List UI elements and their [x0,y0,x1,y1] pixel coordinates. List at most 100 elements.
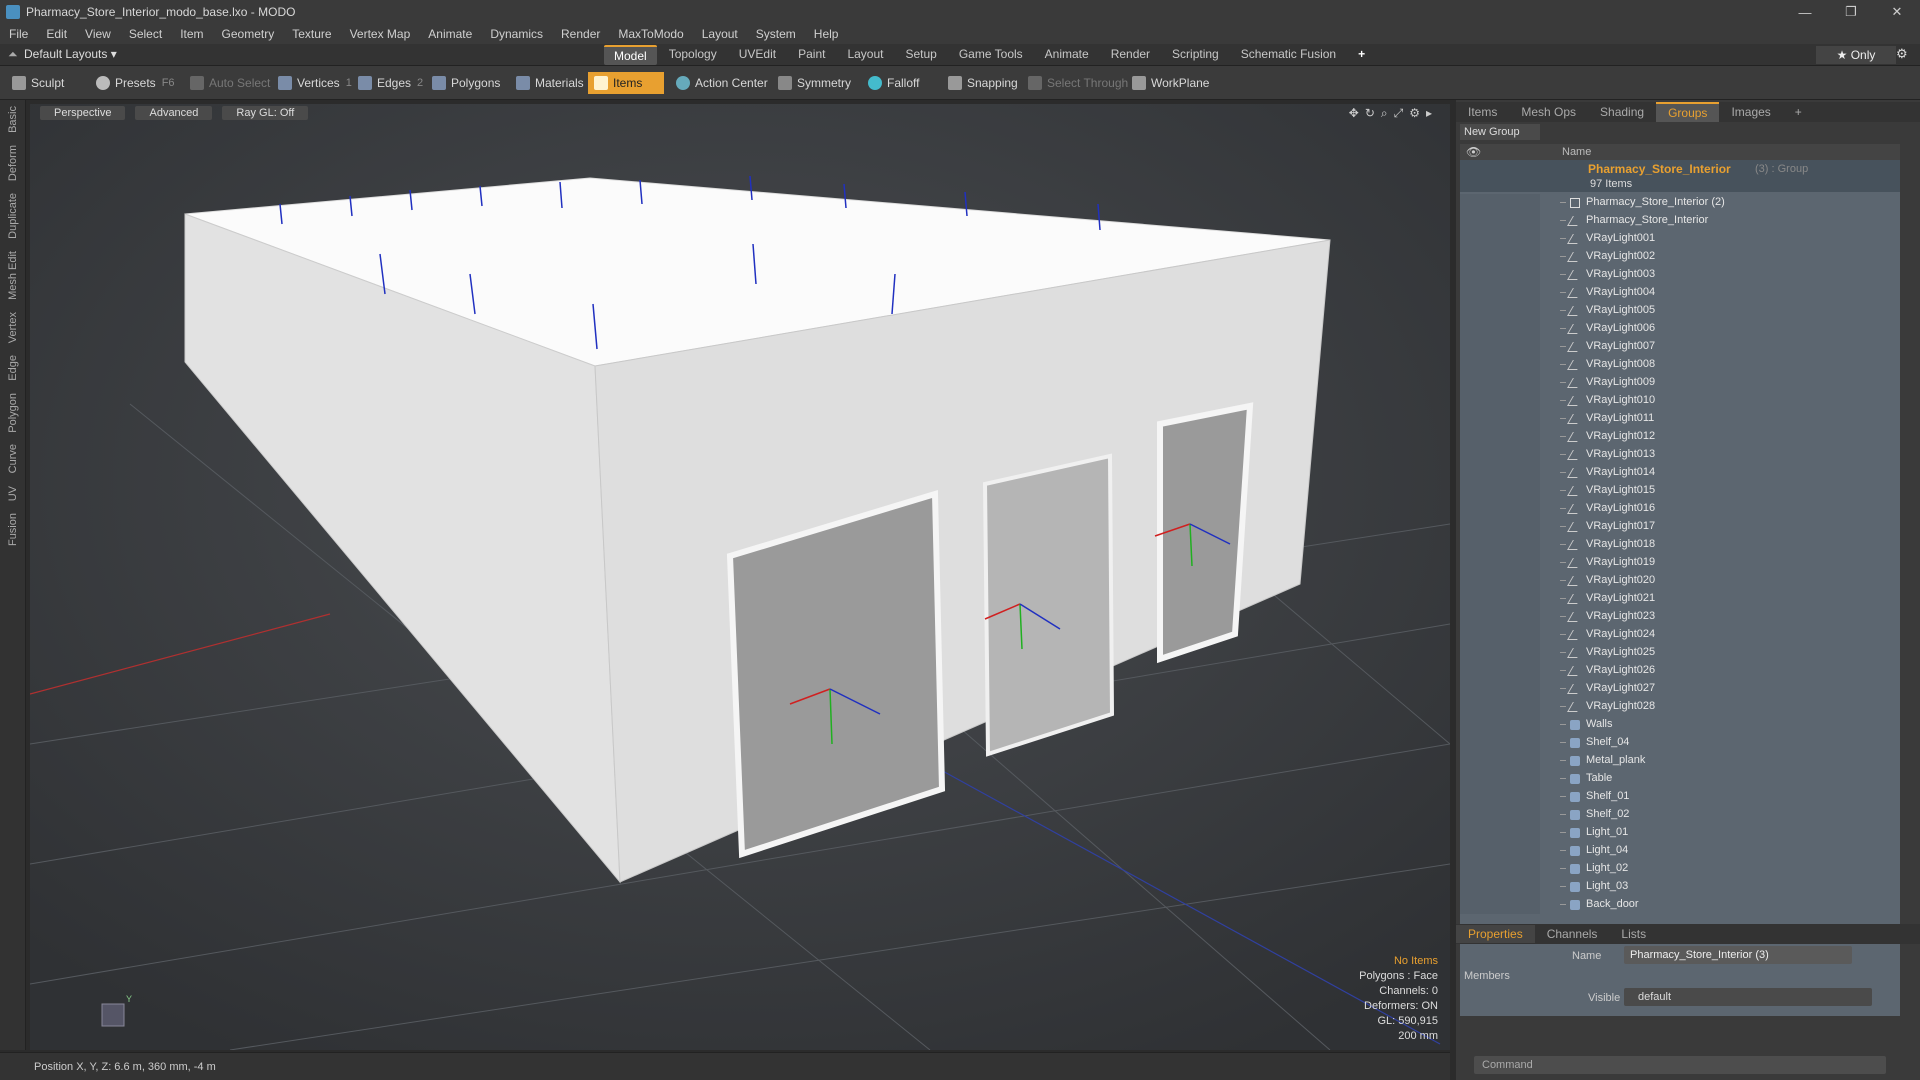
menu-help[interactable]: Help [805,27,848,41]
menu-vertex-map[interactable]: Vertex Map [341,27,420,41]
group-item-row[interactable]: Pharmacy_Store_Interior (2) [1460,194,1900,212]
visibility-cells[interactable] [1460,410,1540,428]
tab-items[interactable]: Items [1456,103,1509,121]
visibility-cells[interactable] [1460,806,1540,824]
restore-button[interactable]: ❐ [1828,0,1874,24]
visibility-cells[interactable] [1460,842,1540,860]
group-item-row[interactable]: VRayLight007 [1460,338,1900,356]
only-button[interactable]: ★ Only [1816,46,1896,64]
visibility-cells[interactable] [1460,626,1540,644]
action-center-button[interactable]: Action Center [670,72,774,94]
tab-vertex[interactable]: Vertex [7,306,19,349]
visibility-cells[interactable] [1460,392,1540,410]
group-item-row[interactable]: VRayLight028 [1460,698,1900,716]
tab-fusion[interactable]: Fusion [7,507,19,552]
group-item-row[interactable]: Shelf_01 [1460,788,1900,806]
group-item-row[interactable]: VRayLight017 [1460,518,1900,536]
group-list[interactable]: Pharmacy_Store_Interior (2) Pharmacy_Stor… [1460,160,1900,1016]
snapping-button[interactable]: Snapping [942,72,1024,94]
menu-maxtomodo[interactable]: MaxToModo [609,27,692,41]
group-item-row[interactable]: VRayLight027 [1460,680,1900,698]
group-item-row[interactable]: VRayLight010 [1460,392,1900,410]
visibility-cells[interactable] [1460,878,1540,896]
visibility-cells[interactable] [1460,590,1540,608]
edges-button[interactable]: Edges 2 [352,72,429,94]
gear-icon[interactable]: ⚙ [1896,46,1908,62]
visibility-cells[interactable] [1460,338,1540,356]
presets-button[interactable]: Presets F6 [90,72,181,94]
group-item-row[interactable]: VRayLight006 [1460,320,1900,338]
members-section[interactable]: Members [1464,970,1510,982]
tab-uv[interactable]: UV [7,480,19,507]
group-item-row[interactable]: VRayLight020 [1460,572,1900,590]
menu-view[interactable]: View [76,27,120,41]
visibility-cells[interactable] [1460,896,1540,914]
menu-dynamics[interactable]: Dynamics [481,27,552,41]
3d-viewport[interactable]: Y Perspective Advanced Ray GL: Off ✥↻⌕⤢⚙… [30,104,1450,1050]
group-item-row[interactable]: Shelf_04 [1460,734,1900,752]
close-button[interactable]: ✕ [1874,0,1920,24]
auto-select-button[interactable]: Auto Select [184,72,276,94]
visibility-cells[interactable] [1460,284,1540,302]
visibility-cells[interactable] [1460,230,1540,248]
group-item-row[interactable]: VRayLight016 [1460,500,1900,518]
name-field[interactable]: Pharmacy_Store_Interior (3) [1624,946,1852,964]
tab-edge[interactable]: Edge [7,349,19,387]
menu-geometry[interactable]: Geometry [213,27,284,41]
raygl-button[interactable]: Ray GL: Off [222,106,309,120]
select-through-button[interactable]: Select Through [1022,72,1134,94]
visible-dropdown[interactable]: default [1624,988,1872,1006]
tab-channels[interactable]: Channels [1535,925,1610,943]
group-item-row[interactable]: VRayLight009 [1460,374,1900,392]
menu-animate[interactable]: Animate [419,27,481,41]
new-group-button[interactable]: New Group [1460,124,1540,140]
tab-model[interactable]: Model [604,45,657,65]
tab-properties[interactable]: Properties [1456,925,1535,943]
tab-game-tools[interactable]: Game Tools [949,45,1033,65]
visibility-cells[interactable] [1460,302,1540,320]
group-item-row[interactable]: VRayLight001 [1460,230,1900,248]
visibility-cells[interactable] [1460,374,1540,392]
tab-paint[interactable]: Paint [788,45,835,65]
visibility-cells[interactable] [1460,662,1540,680]
group-item-row[interactable]: VRayLight014 [1460,464,1900,482]
group-item-row[interactable]: VRayLight002 [1460,248,1900,266]
menu-edit[interactable]: Edit [37,27,76,41]
visibility-cells[interactable] [1460,698,1540,716]
group-item-row[interactable]: VRayLight003 [1460,266,1900,284]
visibility-cells[interactable] [1460,536,1540,554]
menu-item[interactable]: Item [171,27,212,41]
group-item-row[interactable]: Shelf_02 [1460,806,1900,824]
tab-uvedit[interactable]: UVEdit [729,45,786,65]
tab-animate[interactable]: Animate [1035,45,1099,65]
group-row-selected[interactable]: Pharmacy_Store_Interior (3) : Group 97 I… [1460,160,1900,192]
visibility-cells[interactable] [1460,248,1540,266]
group-item-row[interactable]: Back_door [1460,896,1900,914]
view-mode-button[interactable]: Perspective [40,106,126,120]
visibility-cells[interactable] [1460,680,1540,698]
minimize-button[interactable]: — [1782,0,1828,24]
tab-render[interactable]: Render [1101,45,1160,65]
tab-polygon[interactable]: Polygon [7,387,19,439]
falloff-button[interactable]: Falloff [862,72,925,94]
visibility-cells[interactable] [1460,194,1540,212]
group-item-row[interactable]: VRayLight005 [1460,302,1900,320]
visibility-cells[interactable] [1460,752,1540,770]
materials-button[interactable]: Materials [510,72,590,94]
group-item-row[interactable]: VRayLight026 [1460,662,1900,680]
menu-select[interactable]: Select [120,27,171,41]
group-item-row[interactable]: Pharmacy_Store_Interior [1460,212,1900,230]
group-item-row[interactable]: VRayLight008 [1460,356,1900,374]
layout-up-icon[interactable]: ⏶ [8,47,18,62]
tab-schematic-fusion[interactable]: Schematic Fusion [1231,45,1346,65]
visibility-cells[interactable] [1460,716,1540,734]
visibility-cells[interactable] [1460,554,1540,572]
group-item-row[interactable]: VRayLight013 [1460,446,1900,464]
group-item-row[interactable]: VRayLight011 [1460,410,1900,428]
tab-mesh-edit[interactable]: Mesh Edit [7,245,19,306]
group-item-row[interactable]: Light_04 [1460,842,1900,860]
group-item-row[interactable]: Light_03 [1460,878,1900,896]
group-item-row[interactable]: VRayLight023 [1460,608,1900,626]
tab-deform[interactable]: Deform [7,139,19,187]
visibility-cells[interactable] [1460,572,1540,590]
